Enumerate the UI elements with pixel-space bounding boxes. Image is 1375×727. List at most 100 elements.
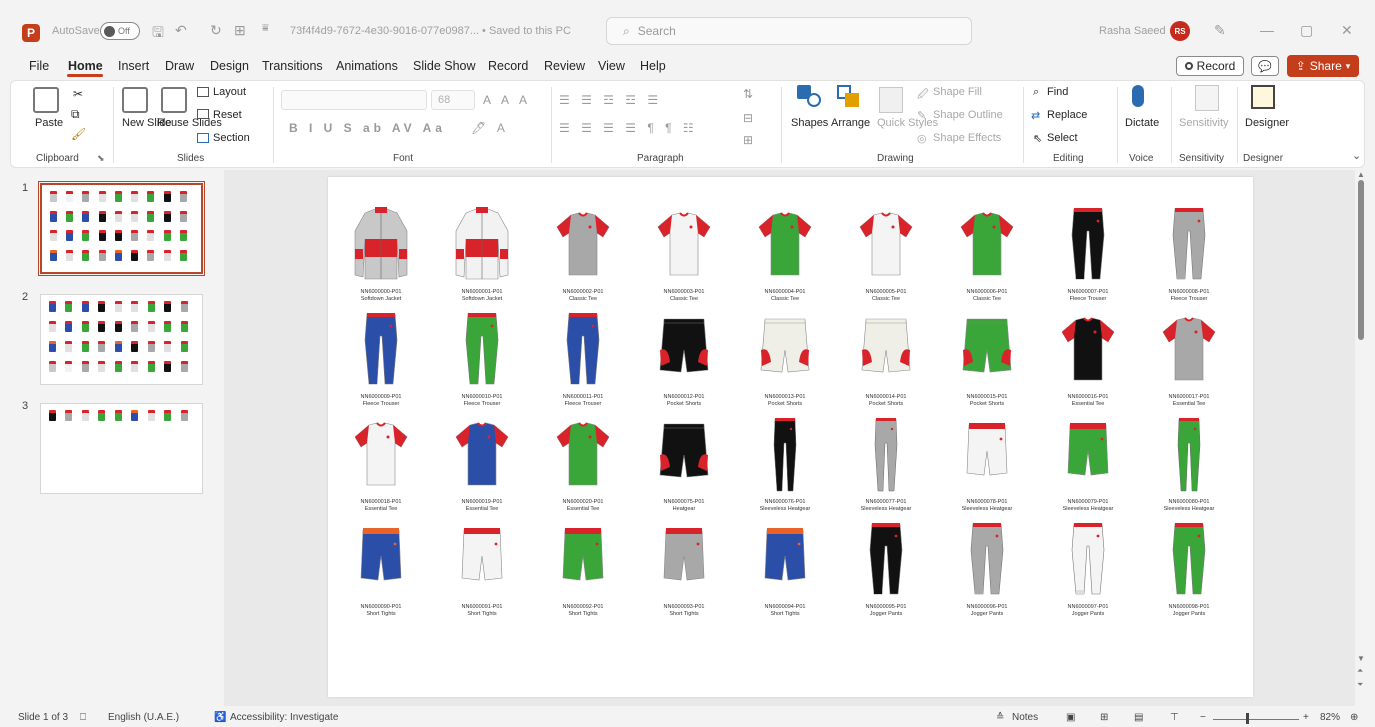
scrollbar-thumb[interactable] [1358,180,1364,340]
shape-effects-button[interactable]: Shape Effects [933,132,1001,144]
font-format-icons[interactable]: B I U S ab AV Aa [289,121,446,135]
restore-icon[interactable]: ▢ [1300,22,1313,39]
product-item[interactable]: NN6000090-P01 Short Tights [336,520,426,630]
smartart-icon[interactable]: ⊞ [743,133,757,147]
product-item[interactable]: NN6000011-P01 Fleece Trouser [538,310,628,420]
autosave-toggle[interactable]: Off [100,22,140,40]
tab-home[interactable]: Home [68,59,103,73]
slide-sorter-icon[interactable]: ⊞ [1100,712,1108,723]
list-icons[interactable]: ☰ ☰ ☲ ☲ ☰ [559,93,662,107]
product-item[interactable]: NN6000018-P01 Essential Tee [336,415,426,525]
find-button[interactable]: Find [1047,86,1068,98]
product-item[interactable]: NN6000003-P01 Classic Tee [639,205,729,315]
close-icon[interactable]: ✕ [1341,22,1353,39]
zoom-out-icon[interactable]: − [1200,712,1206,723]
tab-animations[interactable]: Animations [336,59,398,73]
product-item[interactable]: NN6000078-P01 Sleeveless Heatgear [942,415,1032,525]
font-family-input[interactable] [281,90,427,110]
fit-to-window-icon[interactable]: ⊕ [1350,712,1358,723]
accessibility-status[interactable]: Accessibility: Investigate [230,712,338,723]
product-item[interactable]: NN6000098-P01 Jogger Pants [1144,520,1234,630]
scroll-up-icon[interactable]: ▲ [1357,170,1365,179]
sensitivity-button[interactable]: Sensitivity [1179,117,1229,129]
notes-button[interactable]: Notes [1012,712,1038,723]
product-item[interactable]: NN6000000-P01 Softdown Jacket [336,205,426,315]
previous-slide-icon[interactable]: ⏶ [1357,666,1363,676]
text-direction-icon[interactable]: ⇅ [743,87,757,101]
tab-slide-show[interactable]: Slide Show [413,59,476,73]
slide-thumbnail-1[interactable] [38,181,205,276]
zoom-slider[interactable] [1213,719,1299,720]
file-name[interactable]: 73f4f4d9-7672-4e30-9016-077e0987... • Sa… [290,25,571,37]
product-item[interactable]: NN6000091-P01 Short Tights [437,520,527,630]
product-item[interactable]: NN6000001-P01 Softdown Jacket [437,205,527,315]
slide-show-icon[interactable]: ⊤ [1170,712,1179,723]
product-item[interactable]: NN6000077-P01 Sleeveless Heatgear [841,415,931,525]
customize-qat-icon[interactable]: ⩸ [262,22,269,35]
product-item[interactable]: NN6000097-P01 Jogger Pants [1043,520,1133,630]
product-item[interactable]: NN6000007-P01 Fleece Trouser [1043,205,1133,315]
product-item[interactable]: NN6000008-P01 Fleece Trouser [1144,205,1234,315]
pen-icon[interactable]: ✎ [1214,22,1226,39]
vertical-scrollbar[interactable]: ▲ ▼ ⏶ ⏷ [1355,170,1367,706]
slide-thumbnail-3[interactable] [40,403,203,494]
share-button[interactable]: ⇪ Share ▾ [1287,55,1359,77]
avatar[interactable]: RS [1170,21,1190,41]
tab-insert[interactable]: Insert [118,59,149,73]
product-item[interactable]: NN6000014-P01 Pocket Shorts [841,310,931,420]
reuse-slides-icon[interactable] [161,87,187,113]
zoom-level[interactable]: 82% [1320,712,1340,723]
zoom-in-icon[interactable]: + [1303,712,1309,723]
reuse-slides-button[interactable]: Reuse Slides [157,117,222,129]
designer-button[interactable]: Designer [1245,117,1289,129]
layout-button[interactable]: Layout [213,86,246,98]
tab-draw[interactable]: Draw [165,59,194,73]
product-item[interactable]: NN6000092-P01 Short Tights [538,520,628,630]
product-item[interactable]: NN6000004-P01 Classic Tee [740,205,830,315]
arrange-button[interactable]: Arrange [831,117,870,129]
alignment-icons[interactable]: ☰ ☰ ☰ ☰ ¶ ¶ ☷ [559,121,698,135]
undo-icon[interactable]: ↶ [175,22,187,39]
product-item[interactable]: NN6000093-P01 Short Tights [639,520,729,630]
reading-view-icon[interactable]: ▤ [1134,712,1143,723]
shape-fill-button[interactable]: Shape Fill [933,86,982,98]
font-size-controls-icon[interactable]: A A A [483,93,531,107]
section-button[interactable]: Section [213,132,250,144]
product-item[interactable]: NN6000076-P01 Sleeveless Heatgear [740,415,830,525]
font-size-input[interactable]: 68 [431,90,475,110]
replace-button[interactable]: Replace [1047,109,1087,121]
format-painter-icon[interactable]: 🖌 [71,127,86,141]
product-item[interactable]: NN6000079-P01 Sleeveless Heatgear [1043,415,1133,525]
product-item[interactable]: NN6000095-P01 Jogger Pants [841,520,931,630]
product-item[interactable]: NN6000009-P01 Fleece Trouser [336,310,426,420]
tab-review[interactable]: Review [544,59,585,73]
language-status[interactable]: English (U.A.E.) [108,712,179,723]
tab-view[interactable]: View [598,59,625,73]
cut-icon[interactable]: ✂ [73,87,83,101]
product-item[interactable]: NN6000019-P01 Essential Tee [437,415,527,525]
tab-transitions[interactable]: Transitions [262,59,323,73]
product-item[interactable]: NN6000017-P01 Essential Tee [1144,310,1234,420]
quick-styles-button[interactable]: Quick Styles [877,117,938,129]
product-item[interactable]: NN6000096-P01 Jogger Pants [942,520,1032,630]
normal-view-icon[interactable]: ▣ [1066,712,1075,723]
align-text-icon[interactable]: ⊟ [743,111,757,125]
product-item[interactable]: NN6000080-P01 Sleeveless Heatgear [1144,415,1234,525]
product-item[interactable]: NN6000006-P01 Classic Tee [942,205,1032,315]
slide-thumbnail-2[interactable] [40,294,203,385]
record-button[interactable]: Record [1176,56,1244,76]
search-input[interactable]: ⌕ Search [606,17,972,45]
save-icon[interactable]: 🖫 [152,22,164,46]
shape-outline-button[interactable]: Shape Outline [933,109,1003,121]
paste-button[interactable]: Paste [35,117,63,129]
product-item[interactable]: NN6000075-P01 Heatgear [639,415,729,525]
tab-file[interactable]: File [29,59,49,73]
from-beginning-icon[interactable]: ⊞ [234,22,246,39]
reset-button[interactable]: Reset [213,109,242,121]
select-button[interactable]: Select [1047,132,1078,144]
collapse-ribbon-icon[interactable]: ⌄ [1352,149,1361,162]
paste-icon[interactable] [33,87,59,113]
dictate-button[interactable]: Dictate [1125,117,1159,129]
redo-icon[interactable]: ↻ [210,22,222,39]
tab-help[interactable]: Help [640,59,666,73]
